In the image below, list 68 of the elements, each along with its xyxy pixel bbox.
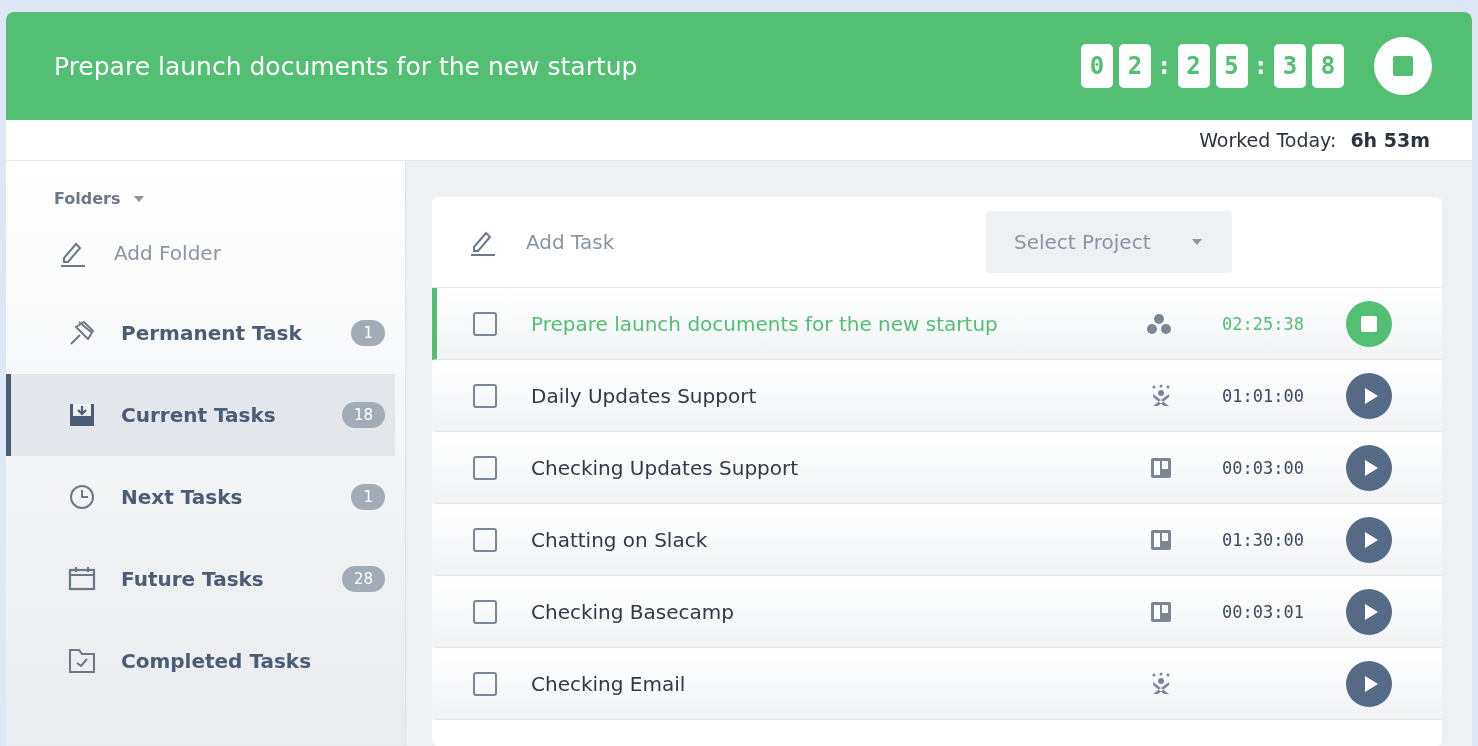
- task-checkbox[interactable]: [473, 383, 497, 408]
- current-task-title: Prepare launch documents for the new startup: [54, 51, 639, 81]
- board-icon: [1150, 456, 1172, 479]
- person-icon: [1150, 383, 1172, 408]
- timer-digit: 2: [1119, 44, 1152, 88]
- task-name: Chatting on Slack: [531, 527, 709, 552]
- play-icon: [1363, 674, 1379, 693]
- timer-digit: 0: [1081, 44, 1114, 88]
- folder-label: Completed Tasks: [121, 649, 313, 673]
- folder-label: Future Tasks: [121, 567, 265, 591]
- task-name: Checking Updates Support: [531, 455, 800, 480]
- play-icon: [1363, 458, 1379, 477]
- play-button[interactable]: [1346, 444, 1392, 491]
- task-checkbox[interactable]: [473, 671, 497, 696]
- stop-button[interactable]: [1346, 300, 1392, 347]
- folders-dropdown[interactable]: Folders: [54, 189, 145, 208]
- count-badge: 28: [341, 566, 385, 592]
- task-time: 00:03:01: [1222, 601, 1305, 622]
- add-folder-label: Add Folder: [114, 241, 221, 265]
- task-time: 01:30:00: [1222, 529, 1305, 550]
- timer-digit: 5: [1215, 44, 1248, 88]
- folder-check-icon: [67, 646, 97, 676]
- folder-label: Permanent Task: [121, 321, 303, 345]
- task-time: 00:03:00: [1222, 457, 1305, 478]
- task-name: Checking Basecamp: [531, 599, 735, 624]
- timer-digit: 8: [1312, 44, 1344, 88]
- timer-digit: 2: [1177, 44, 1210, 88]
- board-icon: [1150, 528, 1172, 551]
- worked-today-label: Worked Today:: [1199, 129, 1337, 151]
- task-time: 01:01:00: [1222, 385, 1305, 406]
- count-badge: 18: [341, 402, 385, 428]
- task-name: Daily Updates Support: [531, 383, 758, 408]
- play-icon: [1363, 530, 1379, 549]
- stop-icon: [1393, 56, 1413, 76]
- play-button[interactable]: [1346, 372, 1392, 419]
- task-checkbox[interactable]: [473, 527, 497, 552]
- person-icon: [1150, 671, 1172, 696]
- sidebar-item[interactable]: Future Tasks 28: [6, 538, 395, 620]
- sidebar-item[interactable]: Current Tasks 18: [6, 374, 395, 456]
- add-task-field[interactable]: Add Task: [524, 229, 777, 255]
- folder-label: Current Tasks: [121, 403, 277, 427]
- task-name: Checking Email: [531, 671, 687, 696]
- timer-separator: :: [1253, 52, 1268, 80]
- play-icon: [1363, 386, 1379, 405]
- worked-today-value: 6h 53m: [1350, 129, 1430, 151]
- timer-separator: :: [1157, 52, 1172, 80]
- stop-button[interactable]: [1374, 37, 1432, 95]
- clock-icon: [67, 482, 97, 512]
- play-button[interactable]: [1346, 660, 1392, 707]
- task-checkbox[interactable]: [473, 599, 497, 624]
- dots-icon: [1146, 312, 1172, 335]
- task-checkbox[interactable]: [473, 311, 497, 336]
- play-button[interactable]: [1346, 588, 1392, 635]
- stop-icon: [1361, 315, 1377, 332]
- timer-digit: 3: [1274, 44, 1306, 88]
- task-checkbox[interactable]: [473, 455, 497, 480]
- folder-label: Next Tasks: [121, 485, 244, 509]
- task-time: 02:25:38: [1222, 313, 1305, 334]
- add-folder-button[interactable]: Add Folder: [58, 238, 221, 268]
- play-button[interactable]: [1346, 516, 1392, 563]
- sidebar-item[interactable]: Completed Tasks: [6, 620, 395, 702]
- play-icon: [1363, 602, 1379, 621]
- task-name: Prepare launch documents for the new startup: [531, 311, 999, 336]
- count-badge: 1: [351, 484, 385, 510]
- sidebar-item[interactable]: Next Tasks 1: [6, 456, 395, 538]
- board-icon: [1150, 600, 1172, 623]
- count-badge: 1: [351, 320, 385, 346]
- sidebar-item[interactable]: Permanent Task 1: [6, 292, 395, 374]
